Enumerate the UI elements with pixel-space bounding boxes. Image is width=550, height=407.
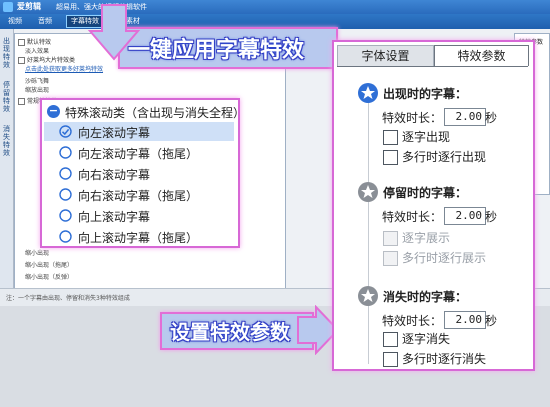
effect-label: 向左滚动字幕（拖尾） — [78, 147, 199, 161]
appear-star-icon — [358, 83, 378, 103]
appear-section-title: 出现时的字幕： — [383, 87, 468, 101]
appear-duration-input[interactable]: 2.00 — [444, 108, 486, 126]
stay-duration-unit: 秒 — [485, 210, 498, 224]
disappear-per-line-label: 多行时逐行消失 — [402, 352, 487, 366]
tab-disappear-effects[interactable]: 消失特效 — [1, 125, 12, 157]
stay-per-line-label: 多行时逐行展示 — [402, 251, 487, 265]
effect-scroll-right[interactable]: 向右滚动字幕 — [44, 164, 234, 183]
radio-circle-icon — [59, 209, 72, 222]
disappear-per-line-checkbox[interactable] — [383, 352, 398, 367]
stay-per-char-checkbox — [383, 231, 398, 246]
callout-set-params-text: 设置特效参数 — [170, 320, 290, 344]
effect-scroll-left[interactable]: 向左滚动字幕 — [44, 122, 234, 141]
appear-duration-unit: 秒 — [485, 111, 498, 125]
stay-per-line-checkbox — [383, 251, 398, 266]
appear-per-char-label: 逐字出现 — [402, 130, 451, 144]
group-default[interactable]: 默认特效 — [18, 37, 51, 46]
appear-duration-label: 特效时长： — [382, 111, 443, 125]
list-item[interactable]: 缩小出现 — [25, 248, 49, 257]
collapse-icon[interactable]: − — [47, 105, 60, 118]
stay-star-icon — [358, 182, 378, 202]
list-item[interactable]: 缩放出现 — [25, 85, 49, 94]
tab-disappear-label: 消失特效 — [3, 125, 10, 157]
tab-divider — [337, 66, 528, 67]
radio-circle-icon — [59, 167, 72, 180]
tab-stay-label: 停留特效 — [3, 81, 10, 113]
disappear-duration-unit: 秒 — [485, 314, 498, 328]
list-item[interactable]: 淡入效果 — [25, 46, 49, 55]
category-header[interactable]: − 特殊滚动类（含出现与消失全程） — [44, 103, 245, 121]
radio-circle-icon — [59, 230, 72, 243]
radio-circle-icon — [59, 188, 72, 201]
disappear-per-char-label: 逐字消失 — [402, 332, 451, 346]
effect-settings-panel: 字体设置 特效参数 出现时的字幕： 特效时长： 2.00 秒 逐字出现 多行时逐… — [332, 40, 535, 371]
app-title: 爱剪辑 — [17, 2, 41, 11]
menu-video[interactable]: 视频 — [4, 16, 26, 27]
radio-circle-icon — [59, 146, 72, 159]
get-more-effects-link[interactable]: 点击此处获取更多好莱坞特效 — [25, 64, 103, 73]
effect-label: 向上滚动字幕 — [78, 210, 151, 224]
effect-label: 向左滚动字幕 — [78, 126, 151, 140]
appear-per-line-label: 多行时逐行出现 — [402, 150, 487, 164]
group-hollywood[interactable]: 好莱坞大片特效类 — [18, 55, 75, 64]
list-item[interactable]: 缩小出现（拖尾） — [25, 260, 73, 269]
group-hollywood-label: 好莱坞大片特效类 — [27, 57, 76, 64]
effect-phase-tabs: 出现特效 停留特效 消失特效 — [0, 29, 14, 305]
effect-label: 向右滚动字幕（拖尾） — [78, 189, 199, 203]
stay-section-title: 停留时的字幕： — [383, 186, 468, 200]
tab-appear-effects[interactable]: 出现特效 — [1, 37, 12, 69]
appear-per-line-checkbox[interactable] — [383, 150, 398, 165]
disappear-duration-label: 特效时长： — [382, 314, 443, 328]
effect-scroll-right-trail[interactable]: 向右滚动字幕（拖尾） — [44, 185, 234, 204]
effect-scroll-up-trail[interactable]: 向上滚动字幕（拖尾） — [44, 227, 234, 246]
group-default-label: 默认特效 — [27, 39, 52, 46]
stay-per-char-label: 逐字展示 — [402, 231, 451, 245]
disappear-per-char-checkbox[interactable] — [383, 332, 398, 347]
list-item[interactable]: 沙砾飞舞 — [25, 76, 49, 85]
stay-duration-input[interactable]: 2.00 — [444, 207, 486, 225]
stay-duration-label: 特效时长： — [382, 210, 443, 224]
category-header-label: 特殊滚动类（含出现与消失全程） — [65, 106, 246, 120]
checked-circle-icon — [59, 125, 72, 138]
tab-effect-params[interactable]: 特效参数 — [434, 45, 529, 66]
appear-per-char-checkbox[interactable] — [383, 130, 398, 145]
callout-apply-effect-text: 一键应用字幕特效 — [128, 38, 305, 63]
scroll-category-panel: − 特殊滚动类（含出现与消失全程） 向左滚动字幕 向左滚动字幕（拖尾） 向右滚动… — [40, 98, 245, 248]
effect-scroll-left-trail[interactable]: 向左滚动字幕（拖尾） — [44, 143, 234, 162]
effect-label: 向上滚动字幕（拖尾） — [78, 231, 199, 245]
menu-audio[interactable]: 音频 — [34, 16, 56, 27]
disappear-duration-input[interactable]: 2.00 — [444, 311, 486, 329]
status-text: 注：一个字幕由出现、停留和消失3种特效组成 — [6, 295, 130, 302]
effect-label: 向右滚动字幕 — [78, 168, 151, 182]
tab-appear-label: 出现特效 — [3, 37, 10, 69]
effect-scroll-up[interactable]: 向上滚动字幕 — [44, 206, 234, 225]
timeline-line — [368, 94, 369, 364]
list-item[interactable]: 缩小出现（反弹） — [25, 272, 73, 281]
disappear-section-title: 消失时的字幕： — [383, 290, 468, 304]
app-logo-icon — [3, 2, 13, 12]
tab-stay-effects[interactable]: 停留特效 — [1, 81, 12, 113]
disappear-star-icon — [358, 286, 378, 306]
tab-font-settings[interactable]: 字体设置 — [337, 45, 434, 67]
